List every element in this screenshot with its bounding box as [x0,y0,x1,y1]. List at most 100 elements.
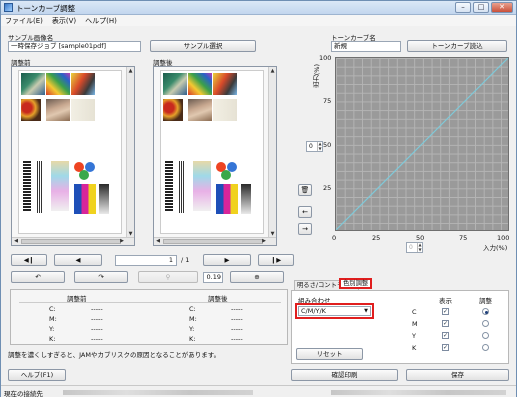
reset-button[interactable]: リセット [296,348,363,360]
sample-name-field[interactable]: 一時保存ジョブ [sample01pdf] [8,41,141,52]
before-horizontal-scrollbar[interactable]: ◀ ▶ [12,237,134,245]
minimize-button[interactable]: – [455,2,471,13]
channel-m-label: M [412,320,418,328]
info-channel-m-after: M: [189,315,197,323]
next-page-button[interactable]: ▶ [203,254,251,266]
info-after-k: ----- [231,335,243,343]
y-tick-75: 75 [323,97,332,105]
menu-file[interactable]: ファイル(E) [5,16,43,26]
point-right-icon: → [302,225,308,233]
rotate-left-icon: ↶ [35,273,41,281]
save-button[interactable]: 保存 [406,369,509,381]
adjust-c-radio[interactable] [482,308,489,315]
connection-target-redacted [63,390,253,395]
show-c-checkbox[interactable]: ✓ [442,308,449,315]
rotate-right-button[interactable]: ↷ [74,271,128,283]
last-page-icon: ❙▶ [270,256,282,264]
rotate-right-icon: ↷ [98,273,104,281]
tone-curve-line [336,58,508,230]
x-tick-25: 25 [372,234,381,242]
app-icon [4,3,13,12]
show-m-checkbox[interactable]: ✓ [442,320,449,327]
after-horizontal-scrollbar[interactable]: ◀ ▶ [154,237,276,245]
input-spinner[interactable]: 0 ▲ ▼ [406,242,423,253]
info-after-c: ----- [231,305,243,313]
before-vertical-scrollbar[interactable]: ▲ ▼ [126,67,134,238]
help-button[interactable]: ヘルプ(F1) [8,369,66,381]
adjust-y-radio[interactable] [482,332,489,339]
point-left-icon: ← [302,208,308,216]
info-channel-c-after: C: [189,305,196,313]
point-left-button[interactable]: ← [298,206,312,218]
color-adjust-panel: 組み合わせ C/M/Y/K ▼ 表示 調整 C ✓ M ✓ Y ✓ K ✓ リセ… [291,290,509,364]
curve-load-button[interactable]: トーンカーブ読込 [407,40,507,52]
tone-curve-window: トーンカーブ調整 – □ ✕ ファイル(E) 表示(V) ヘルプ(H) サンプル… [0,0,517,398]
density-info-panel: 調整前 調整後 C: ----- C: ----- M: ----- M: --… [10,289,288,345]
info-before-c: ----- [91,305,103,313]
adjust-header: 調整 [479,297,492,305]
page-total: / 1 [181,256,190,264]
y-tick-25: 25 [323,184,332,192]
info-before-k: ----- [91,335,103,343]
adjust-m-radio[interactable] [482,320,489,327]
trash-icon: 🗑 [300,186,310,194]
first-page-icon: ◀❙ [23,256,35,264]
tone-curve-graph[interactable] [335,57,509,231]
after-preview: ▲ ▼ ◀ ▶ [153,66,277,246]
page-number-field[interactable]: 1 [115,255,177,266]
after-vertical-scrollbar[interactable]: ▲ ▼ [268,67,276,238]
x-tick-50: 50 [416,234,425,242]
sample-select-button[interactable]: サンプル選択 [150,40,256,52]
info-channel-k-after: K: [189,335,196,343]
show-k-checkbox[interactable]: ✓ [442,344,449,351]
info-channel-y-after: Y: [189,325,195,333]
y-tick-50: 50 [323,141,332,149]
before-page-thumbnail [18,70,122,234]
info-channel-k: K: [49,335,56,343]
info-before-m: ----- [91,315,103,323]
input-axis-label: 入力(%) [483,244,508,252]
adjust-k-radio[interactable] [482,344,489,351]
chevron-down-icon: ▼ [364,308,368,314]
show-header: 表示 [439,297,452,305]
first-page-button[interactable]: ◀❙ [11,254,47,266]
close-button[interactable]: ✕ [491,2,513,13]
prev-page-button[interactable]: ◀ [54,254,102,266]
maximize-button[interactable]: □ [473,2,489,13]
x-tick-75: 75 [459,234,468,242]
prev-page-icon: ◀ [75,256,81,264]
tone-curve-svg [336,58,508,230]
menu-help[interactable]: ヘルプ(H) [85,16,117,26]
menu-view[interactable]: 表示(V) [52,16,76,26]
info-channel-y: Y: [49,325,55,333]
channel-y-label: Y [412,332,416,340]
info-channel-m: M: [49,315,57,323]
title-bar: トーンカーブ調整 – □ ✕ [1,1,516,15]
output-spinner[interactable]: 0 ▲ ▼ [306,141,323,152]
next-page-icon: ▶ [224,256,230,264]
last-page-button[interactable]: ❙▶ [258,254,294,266]
zoom-in-button[interactable]: ⊕ [230,271,284,283]
output-axis-label: 出力(%) [313,64,321,89]
x-tick-100: 100 [497,234,510,242]
x-tick-0: 0 [332,234,337,242]
info-channel-c: C: [49,305,56,313]
channel-k-label: K [412,344,417,352]
before-preview: ▲ ▼ ◀ ▶ [11,66,135,246]
y-tick-100: 100 [319,54,332,62]
combination-select[interactable]: C/M/Y/K ▼ [298,306,371,316]
print-check-button[interactable]: 確認印刷 [291,369,398,381]
tab-color-adjust[interactable]: 色別調整 [339,278,373,289]
delete-point-button[interactable]: 🗑 [298,184,312,196]
status-info-redacted [331,390,506,395]
info-before-y: ----- [91,325,103,333]
point-right-button[interactable]: → [298,223,312,235]
warning-text: 調整を濃くしすぎると、JAMやカブリスクの原因となることがあります。 [8,351,221,359]
show-y-checkbox[interactable]: ✓ [442,332,449,339]
info-after-y: ----- [231,325,243,333]
info-after-m: ----- [231,315,243,323]
zoom-out-button[interactable]: ⚲ [138,271,198,283]
rotate-left-button[interactable]: ↶ [11,271,65,283]
zoom-field[interactable]: 0.19 [203,272,223,283]
curve-name-field[interactable]: 新規 [331,41,401,52]
